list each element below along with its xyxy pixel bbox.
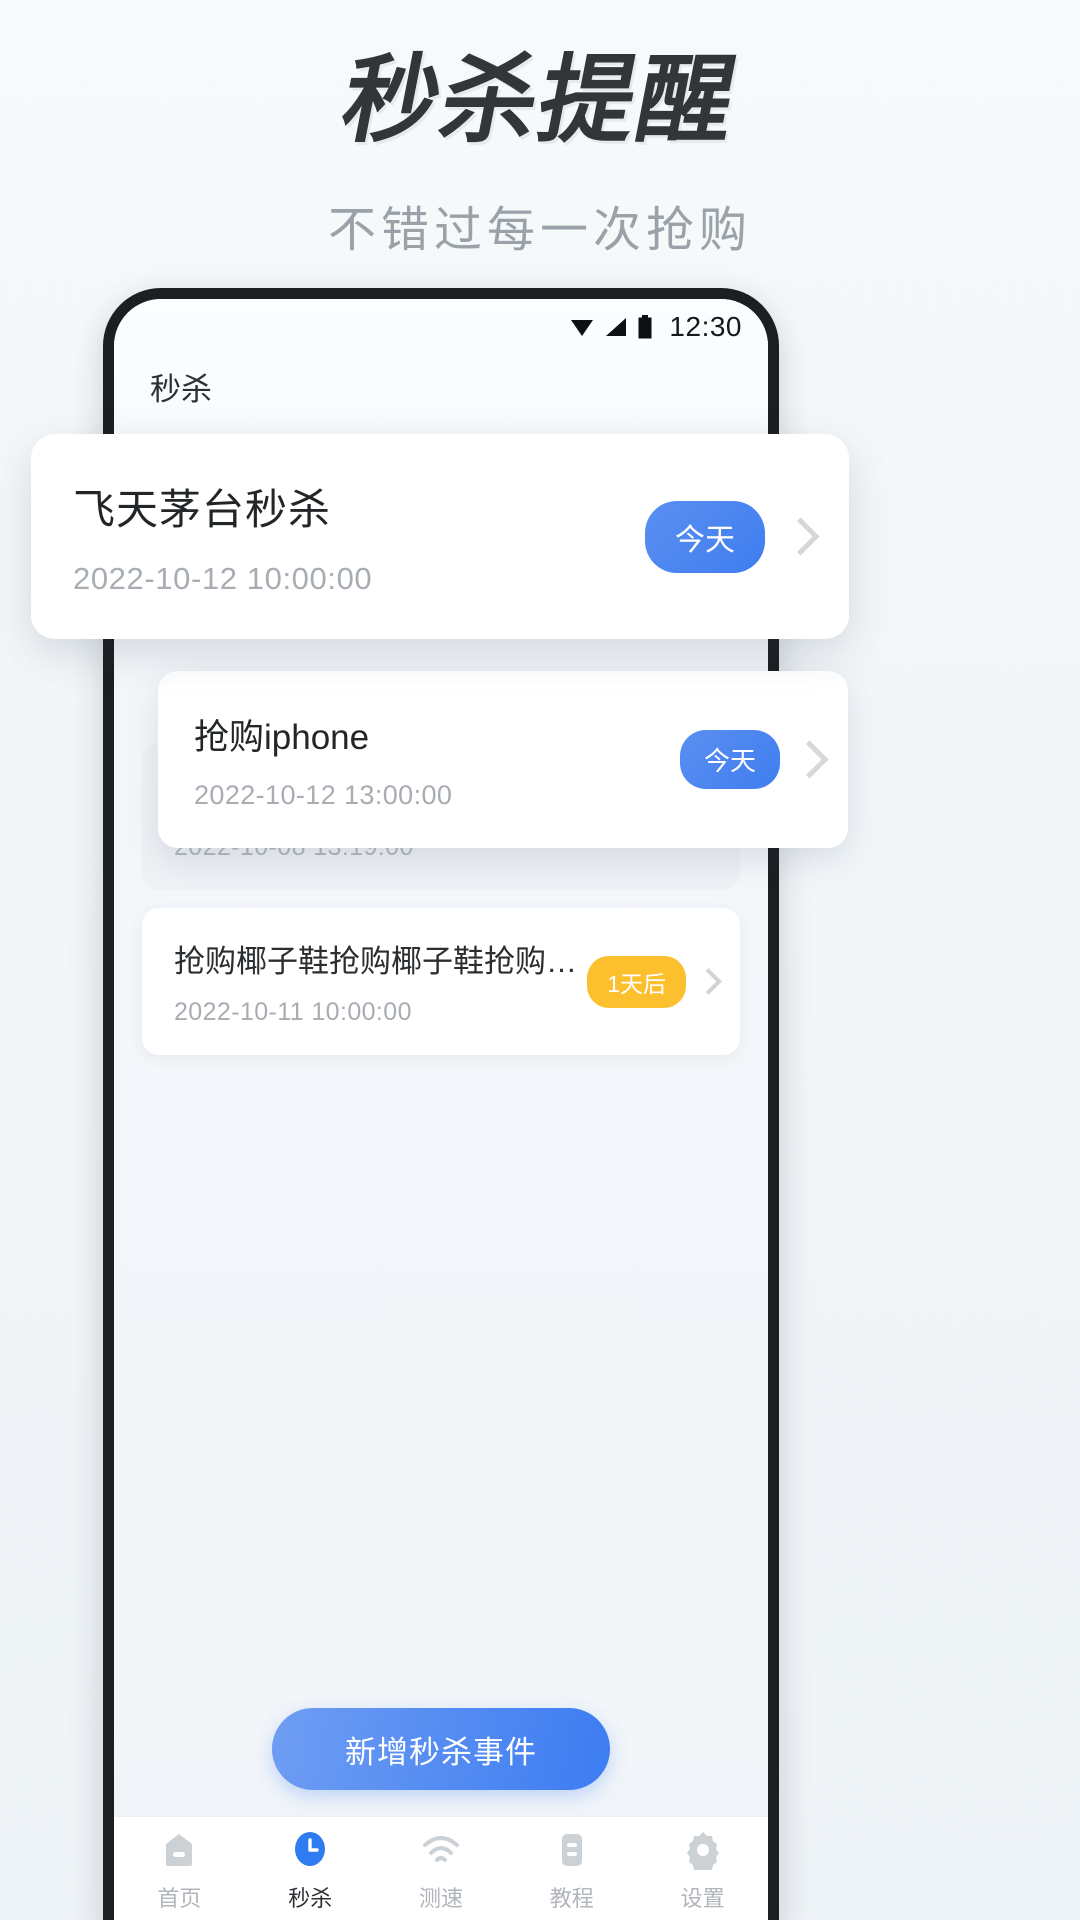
hero-event-content: 飞天茅台秒杀 2022-10-12 10:00:00 [73,476,645,597]
secondary-event-card[interactable]: 抢购iphone 2022-10-12 13:00:00 今天 [158,671,848,848]
app-bar-title: 秒杀 [150,371,212,407]
document-icon [550,1828,594,1872]
status-badge: 今天 [645,500,765,573]
list-item-title: 抢购椰子鞋抢购椰子鞋抢购… [174,944,577,979]
list-item-date: 2022-10-11 10:00:00 [174,998,412,1026]
hero-event-title: 飞天茅台秒杀 [73,486,332,533]
tab-label: 教程 [549,1886,594,1911]
secondary-event-content: 抢购iphone 2022-10-12 13:00:00 [194,709,680,811]
cta-container: 新增秒杀事件 [114,1708,768,1816]
tab-speedtest[interactable]: 测速 [376,1828,507,1920]
clock-icon [288,1828,332,1872]
status-bar-icons [569,315,653,339]
chevron-right-icon[interactable] [698,968,714,996]
tab-home[interactable]: 首页 [114,1828,245,1920]
tab-label: 设置 [680,1886,725,1911]
hero-event-card[interactable]: 飞天茅台秒杀 2022-10-12 10:00:00 今天 [31,434,849,639]
signal-icon [606,318,627,336]
home-icon [157,1828,201,1872]
add-event-button[interactable]: 新增秒杀事件 [272,1708,610,1790]
battery-icon [638,315,652,339]
status-badge: 今天 [679,730,780,789]
app-bar: 秒杀 [114,355,768,417]
secondary-event-title: 抢购iphone [194,717,370,757]
chevron-right-icon[interactable] [796,740,818,780]
secondary-event-date: 2022-10-12 13:00:00 [194,779,453,810]
list-item[interactable]: 抢购椰子鞋抢购椰子鞋抢购… 2022-10-11 10:00:00 1天后 [142,908,740,1055]
hero-event-date: 2022-10-12 10:00:00 [73,561,373,596]
status-badge: 1天后 [587,955,686,1008]
wifi-icon [571,320,594,336]
tab-label: 秒杀 [288,1886,333,1911]
tab-settings[interactable]: 设置 [637,1828,768,1920]
tab-tutorial[interactable]: 教程 [506,1828,637,1920]
page-title: 秒杀提醒 [333,47,747,154]
wifi-icon [419,1828,463,1872]
bottom-tab-bar: 首页 秒杀 测速 教程 设置 [114,1816,768,1920]
list-item-content: 抢购椰子鞋抢购椰子鞋抢购… 2022-10-11 10:00:00 [174,936,587,1027]
gear-icon [681,1828,725,1872]
status-bar-clock: 12:30 [669,311,742,342]
promo-header: 秒杀提醒 不错过每一次抢购 [0,0,1080,260]
status-bar: 12:30 [114,299,768,355]
page-subtitle: 不错过每一次抢购 [327,204,752,258]
tab-flashsale[interactable]: 秒杀 [245,1828,376,1920]
tab-label: 首页 [157,1886,202,1911]
tab-label: 测速 [418,1886,463,1911]
chevron-right-icon[interactable] [787,517,809,557]
